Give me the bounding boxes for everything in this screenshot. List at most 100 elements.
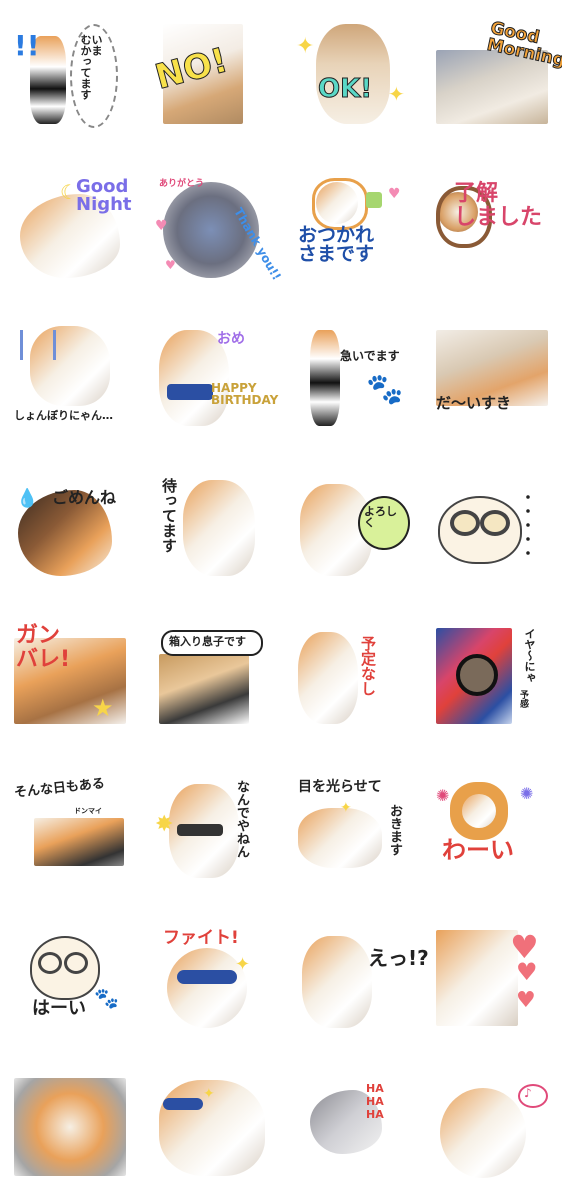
paw-icon: 🐾 bbox=[94, 986, 119, 1010]
speech-bubble bbox=[518, 1084, 548, 1108]
heart-icon: ♥ bbox=[388, 186, 401, 202]
heart-icon: ♥ bbox=[165, 258, 176, 272]
sparkle-icon: ✦ bbox=[235, 954, 251, 975]
sticker-text: おつかれ さまです bbox=[298, 224, 375, 265]
sticker-24[interactable]: ✺ ✺ わーい bbox=[436, 778, 548, 878]
sticker-5[interactable]: Good Night ☾ bbox=[14, 178, 132, 278]
bowtie-icon bbox=[167, 384, 213, 400]
sticker-grid: !! いま むかってます NO! OK! ✦ ✦ Good Morning Go… bbox=[0, 0, 562, 1200]
porthole-icon bbox=[456, 654, 498, 696]
paw-icon: 🐾 bbox=[366, 372, 404, 407]
sticker-text: ごめんね bbox=[52, 488, 117, 507]
sparkle-icon: ✦ bbox=[203, 1086, 215, 1102]
sticker-31[interactable]: HA HA HA bbox=[296, 1078, 408, 1178]
sticker-25[interactable]: 🐾 はーい bbox=[14, 928, 126, 1028]
sticker-7[interactable]: ♥ おつかれ さまです bbox=[296, 178, 408, 278]
sticker-text-2: 予感 bbox=[518, 690, 528, 708]
cat-photo bbox=[34, 818, 124, 866]
cat-photo bbox=[298, 632, 358, 724]
sticker-11[interactable]: 急いでます 🐾 bbox=[296, 326, 408, 426]
sticker-text-2: おめ bbox=[217, 331, 245, 347]
star-icon: ★ bbox=[92, 694, 114, 722]
sunglasses-icon bbox=[177, 970, 237, 984]
sticker-27[interactable]: えっ!? bbox=[296, 928, 429, 1028]
sticker-text: OK! bbox=[317, 74, 373, 104]
sticker-20[interactable]: イヤ〜にゃ 予感 bbox=[436, 624, 548, 724]
sticker-text: なんでやねん bbox=[234, 780, 249, 858]
sticker-19[interactable]: 予定なし bbox=[296, 624, 408, 724]
sticker-text: 了解 しました bbox=[454, 181, 543, 231]
sticker-text: 目を光らせて bbox=[298, 779, 382, 795]
cat-photo bbox=[14, 1078, 126, 1176]
sticker-9[interactable]: しょんぼりにゃん… bbox=[14, 326, 126, 426]
sticker-text: HAPPY BIRTHDAY bbox=[211, 381, 279, 407]
sweat-drop-icon: 💧 bbox=[16, 488, 39, 509]
sticker-text: ガン バレ! bbox=[16, 623, 71, 673]
glasses-icon bbox=[480, 510, 510, 536]
sticker-18[interactable]: 箱入り息子です bbox=[155, 624, 267, 724]
sticker-8[interactable]: 了解 しました bbox=[436, 178, 548, 278]
sticker-text: よろしく bbox=[364, 505, 397, 529]
sticker-23[interactable]: 目を光らせて おきます ✦ bbox=[296, 778, 408, 878]
sticker-3[interactable]: OK! ✦ ✦ bbox=[296, 24, 408, 124]
sticker-28[interactable]: ♥ ♥ ♥ bbox=[436, 928, 548, 1028]
cat-photo bbox=[298, 808, 382, 868]
sticker-6[interactable]: ありがとう Thank you!! ♥ ♥ bbox=[155, 178, 284, 283]
sticker-14[interactable]: 待ってます bbox=[155, 476, 267, 576]
sticker-1[interactable]: !! いま むかってます bbox=[14, 24, 126, 128]
sticker-2[interactable]: NO! bbox=[151, 24, 267, 124]
sticker-text: そんな日もある bbox=[13, 776, 106, 801]
sticker-text: わーい bbox=[442, 836, 514, 864]
cat-photo bbox=[462, 794, 496, 828]
star-icon: ✦ bbox=[296, 34, 315, 59]
sticker-text: イヤ〜にゃ bbox=[523, 628, 536, 683]
sticker-32[interactable]: ♪ bbox=[436, 1078, 548, 1178]
sticker-text-2: ありがとう bbox=[159, 179, 205, 189]
sticker-text: ファイト! bbox=[163, 928, 239, 948]
sticker-text: 箱入り息子です bbox=[169, 635, 246, 648]
cat-photo bbox=[440, 1088, 526, 1178]
cat-photo bbox=[436, 930, 518, 1026]
heart-icon: ♥ bbox=[155, 218, 168, 234]
music-note-icon: ♪ bbox=[524, 1086, 532, 1100]
sticker-text: しょんぼりにゃん… bbox=[14, 409, 113, 422]
firework-icon: ✺ bbox=[436, 786, 450, 805]
sticker-29[interactable] bbox=[14, 1078, 126, 1178]
gloom-lines bbox=[20, 330, 56, 360]
sticker-text: 予定なし bbox=[359, 636, 377, 696]
cup-icon bbox=[366, 192, 382, 208]
firework-icon: ✺ bbox=[520, 784, 534, 803]
sticker-15[interactable]: よろしく bbox=[296, 476, 410, 576]
sunglasses-icon bbox=[163, 1098, 203, 1110]
sticker-text: ・・・・・ bbox=[519, 490, 535, 560]
sticker-22[interactable]: ✸ なんでやねん bbox=[155, 778, 267, 878]
glasses-icon bbox=[450, 510, 480, 536]
sticker-13[interactable]: 💧 ごめんね bbox=[14, 476, 126, 576]
sticker-30[interactable]: ✦ bbox=[155, 1078, 267, 1178]
sticker-text: 急いでます bbox=[340, 349, 400, 363]
sticker-12[interactable]: だ〜いすき bbox=[436, 326, 548, 426]
sticker-10[interactable]: おめ HAPPY BIRTHDAY bbox=[155, 326, 278, 426]
sticker-text: えっ!? bbox=[368, 946, 429, 970]
star-icon: ✦ bbox=[388, 82, 405, 106]
moon-icon: ☾ bbox=[60, 180, 78, 204]
sticker-text: HA HA HA bbox=[366, 1082, 384, 1122]
cat-ears-icon bbox=[312, 178, 368, 230]
cat-photo bbox=[183, 480, 255, 576]
sticker-4[interactable]: Good Morning bbox=[436, 18, 562, 124]
cat-photo bbox=[302, 936, 372, 1028]
sticker-text-2: おきます bbox=[387, 804, 402, 856]
sticker-16[interactable]: ・・・・・ bbox=[436, 476, 548, 576]
cat-photo bbox=[310, 330, 340, 426]
sticker-text: だ〜いすき bbox=[436, 394, 512, 412]
sticker-text-2: ドンマイ bbox=[74, 807, 102, 815]
drawn-cat-face bbox=[438, 496, 522, 564]
sticker-17[interactable]: ガン バレ! ★ bbox=[14, 623, 126, 724]
burst-icon: ✸ bbox=[155, 812, 174, 837]
heart-icon: ♥ bbox=[516, 988, 536, 1013]
sticker-21[interactable]: そんな日もある ドンマイ bbox=[13, 776, 126, 878]
sticker-text: 待ってます bbox=[160, 478, 178, 553]
sticker-26[interactable]: ファイト! ✦ bbox=[155, 928, 267, 1028]
glasses-icon bbox=[64, 952, 88, 974]
glasses-icon bbox=[38, 952, 62, 974]
